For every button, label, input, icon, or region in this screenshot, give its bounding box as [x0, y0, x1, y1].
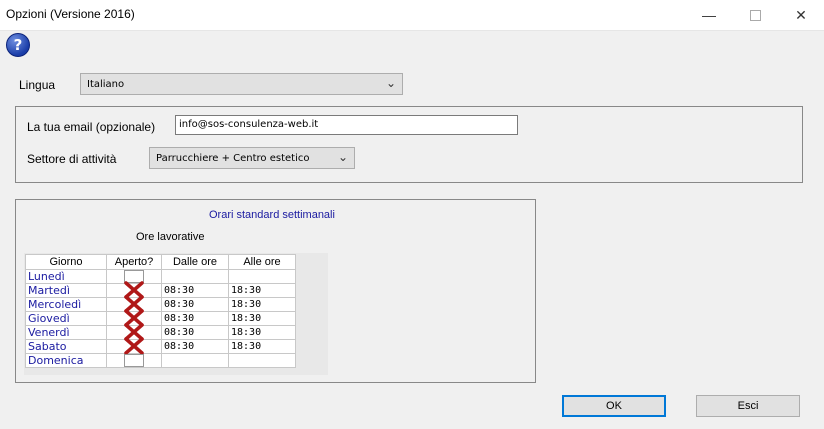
to-time-cell[interactable]: 18:30	[228, 311, 296, 326]
title-bar: Opzioni (Versione 2016) — ✕	[0, 0, 824, 31]
checked-x-icon	[124, 337, 144, 355]
from-time-cell[interactable]: 08:30	[161, 283, 229, 298]
from-time-cell[interactable]: 08:30	[161, 297, 229, 312]
email-field[interactable]: info@sos-consulenza-web.it	[175, 115, 518, 135]
language-label: Lingua	[19, 78, 56, 92]
column-header-to: Alle ore	[228, 254, 296, 270]
table-row[interactable]: Giovedì 08:30 18:30	[25, 309, 296, 327]
language-select[interactable]: Italiano ⌄	[80, 73, 403, 95]
open-checkbox[interactable]	[124, 337, 144, 355]
column-header-day: Giorno	[25, 254, 107, 270]
help-glyph: ?	[13, 36, 23, 54]
to-time-cell[interactable]: 18:30	[228, 283, 296, 298]
language-selected-value: Italiano	[87, 79, 125, 90]
exit-button[interactable]: Esci	[696, 395, 800, 417]
table-row[interactable]: Lunedì	[25, 269, 296, 284]
email-label: La tua email (opzionale)	[27, 120, 156, 134]
open-checkbox[interactable]	[124, 354, 144, 367]
chevron-down-icon: ⌄	[385, 76, 396, 90]
sector-select[interactable]: Parrucchiere + Centro estetico ⌄	[149, 147, 355, 169]
to-time-cell[interactable]: 18:30	[228, 339, 296, 354]
ok-button[interactable]: OK	[562, 395, 666, 417]
close-icon: ✕	[795, 6, 807, 23]
schedule-table: Giorno Aperto? Dalle ore Alle ore Lunedì…	[25, 254, 296, 368]
table-row[interactable]: Martedì 08:30 18:30	[25, 281, 296, 299]
day-cell[interactable]: Venerdì	[25, 325, 107, 340]
column-header-from: Dalle ore	[161, 254, 229, 270]
open-cell[interactable]	[106, 337, 162, 355]
day-cell[interactable]: Mercoledì	[25, 297, 107, 312]
table-row[interactable]: Venerdì 08:30 18:30	[25, 323, 296, 341]
table-row[interactable]: Sabato 08:30 18:30	[25, 337, 296, 355]
to-time-cell[interactable]: 18:30	[228, 325, 296, 340]
day-cell[interactable]: Martedì	[25, 283, 107, 298]
help-icon[interactable]: ?	[6, 33, 30, 57]
maximize-icon	[749, 9, 761, 21]
from-time-cell[interactable]	[161, 269, 229, 284]
table-row[interactable]: Mercoledì 08:30 18:30	[25, 295, 296, 313]
from-time-cell[interactable]: 08:30	[161, 311, 229, 326]
from-time-cell[interactable]	[161, 353, 229, 368]
table-row[interactable]: Domenica	[25, 353, 296, 368]
close-button[interactable]: ✕	[778, 0, 824, 30]
maximize-button[interactable]	[732, 0, 778, 30]
from-time-cell[interactable]: 08:30	[161, 325, 229, 340]
schedule-title: Orari standard settimanali	[209, 209, 335, 221]
day-cell[interactable]: Domenica	[25, 353, 107, 368]
chevron-down-icon: ⌄	[337, 150, 348, 164]
day-cell[interactable]: Lunedì	[25, 269, 107, 284]
day-cell[interactable]: Giovedì	[25, 311, 107, 326]
column-header-open: Aperto?	[106, 254, 162, 270]
sector-label: Settore di attività	[27, 152, 117, 166]
day-cell[interactable]: Sabato	[25, 339, 107, 354]
schedule-subtitle: Ore lavorative	[136, 231, 205, 243]
sector-selected-value: Parrucchiere + Centro estetico	[156, 153, 310, 164]
window-title: Opzioni (Versione 2016)	[6, 7, 135, 21]
minimize-button[interactable]: —	[686, 0, 732, 30]
to-time-cell[interactable]	[228, 269, 296, 284]
open-cell[interactable]	[106, 353, 162, 368]
to-time-cell[interactable]	[228, 353, 296, 368]
to-time-cell[interactable]: 18:30	[228, 297, 296, 312]
from-time-cell[interactable]: 08:30	[161, 339, 229, 354]
minimize-icon: —	[702, 7, 716, 23]
